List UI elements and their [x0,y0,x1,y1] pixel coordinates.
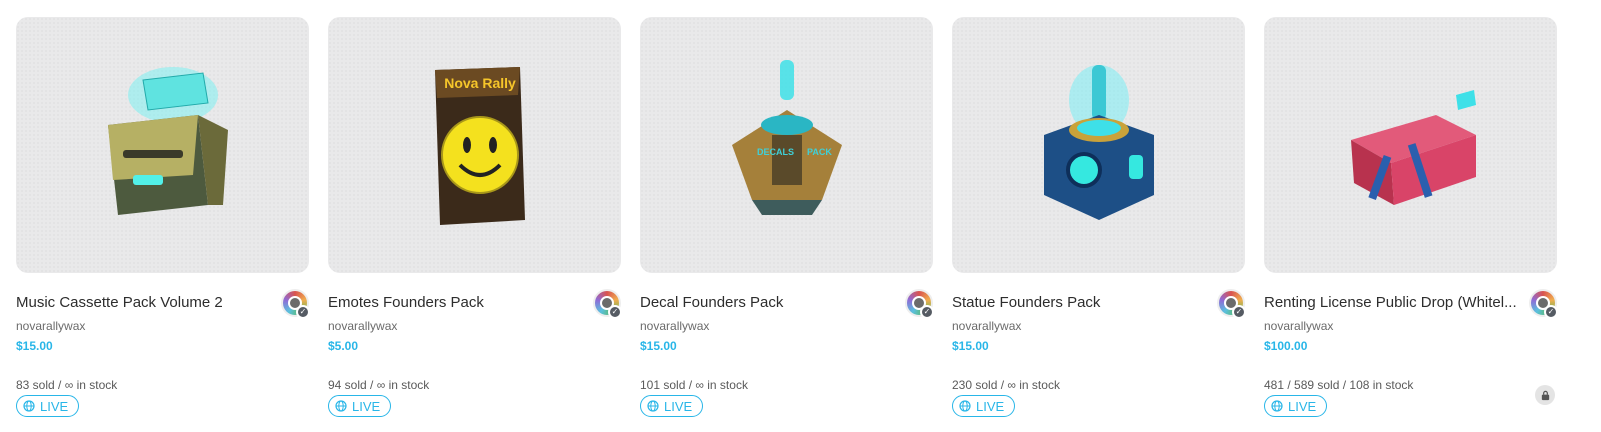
cassette-pack-image[interactable] [16,17,309,273]
product-card-emotes[interactable]: Nova Rally Emotes Founders Pack ✓ novara… [328,17,622,417]
live-badge: LIVE [640,395,704,417]
emotes-pack-art: Nova Rally [434,67,525,225]
product-card-renting-license[interactable]: Renting License Public Drop (Whitel... ✓… [1264,17,1558,417]
product-title[interactable]: Music Cassette Pack Volume 2 [16,293,272,313]
creator-name[interactable]: novarallywax [1264,318,1557,334]
cassette-pack-art [107,67,228,215]
product-grid: Music Cassette Pack Volume 2 ✓ novarally… [0,0,1601,432]
live-label: LIVE [352,398,381,414]
stock-info: 101 sold / ∞ in stock [640,378,748,392]
product-card-statue[interactable]: Statue Founders Pack ✓ novarallywax $15.… [952,17,1246,417]
verified-icon: ✓ [1544,305,1558,319]
svg-text:Nova Rally: Nova Rally [444,75,516,91]
price: $5.00 [328,339,359,353]
creator-name[interactable]: novarallywax [640,318,933,334]
globe-icon [335,400,347,412]
globe-icon [959,400,971,412]
decal-pack-image[interactable]: DECALS PACK [640,17,933,273]
emotes-pack-image[interactable]: Nova Rally [328,17,621,273]
price: $15.00 [952,339,989,353]
product-title[interactable]: Emotes Founders Pack [328,293,584,313]
price: $15.00 [16,339,53,353]
creator-avatar[interactable]: ✓ [1217,289,1246,319]
stock-info: 83 sold / ∞ in stock [16,378,118,392]
verified-icon: ✓ [920,305,934,319]
globe-icon [1271,400,1283,412]
live-badge: LIVE [328,395,392,417]
live-label: LIVE [664,398,693,414]
creator-name[interactable]: novarallywax [16,318,309,334]
stock-info: 481 / 589 sold / 108 in stock [1264,378,1414,392]
renting-license-art [1350,90,1476,205]
price: $15.00 [640,339,677,353]
live-badge: LIVE [952,395,1016,417]
creator-avatar[interactable]: ✓ [905,289,934,319]
product-title[interactable]: Renting License Public Drop (Whitel... [1264,293,1520,313]
creator-avatar[interactable]: ✓ [281,289,310,319]
svg-text:PACK: PACK [807,147,832,157]
statue-pack-image[interactable] [952,17,1245,273]
verified-icon: ✓ [1232,305,1246,319]
verified-icon: ✓ [608,305,622,319]
statue-pack-art [1043,65,1154,220]
globe-icon [647,400,659,412]
svg-text:DECALS: DECALS [757,147,794,157]
creator-name[interactable]: novarallywax [952,318,1245,334]
globe-icon [23,400,35,412]
renting-license-image[interactable] [1264,17,1557,273]
creator-avatar[interactable]: ✓ [593,289,622,319]
live-label: LIVE [1288,398,1317,414]
price: $100.00 [1264,339,1308,353]
lock-icon [1535,385,1555,405]
live-label: LIVE [976,398,1005,414]
decal-pack-art: DECALS PACK [731,60,842,215]
product-card-decal[interactable]: DECALS PACK Decal Founders Pack ✓ novara… [640,17,934,417]
live-label: LIVE [40,398,69,414]
creator-name[interactable]: novarallywax [328,318,621,334]
product-title[interactable]: Decal Founders Pack [640,293,896,313]
product-title[interactable]: Statue Founders Pack [952,293,1208,313]
product-card-cassette[interactable]: Music Cassette Pack Volume 2 ✓ novarally… [16,17,310,417]
creator-avatar[interactable]: ✓ [1529,289,1558,319]
live-badge: LIVE [1264,395,1328,417]
stock-info: 94 sold / ∞ in stock [328,378,430,392]
stock-info: 230 sold / ∞ in stock [952,378,1060,392]
live-badge: LIVE [16,395,80,417]
verified-icon: ✓ [296,305,310,319]
